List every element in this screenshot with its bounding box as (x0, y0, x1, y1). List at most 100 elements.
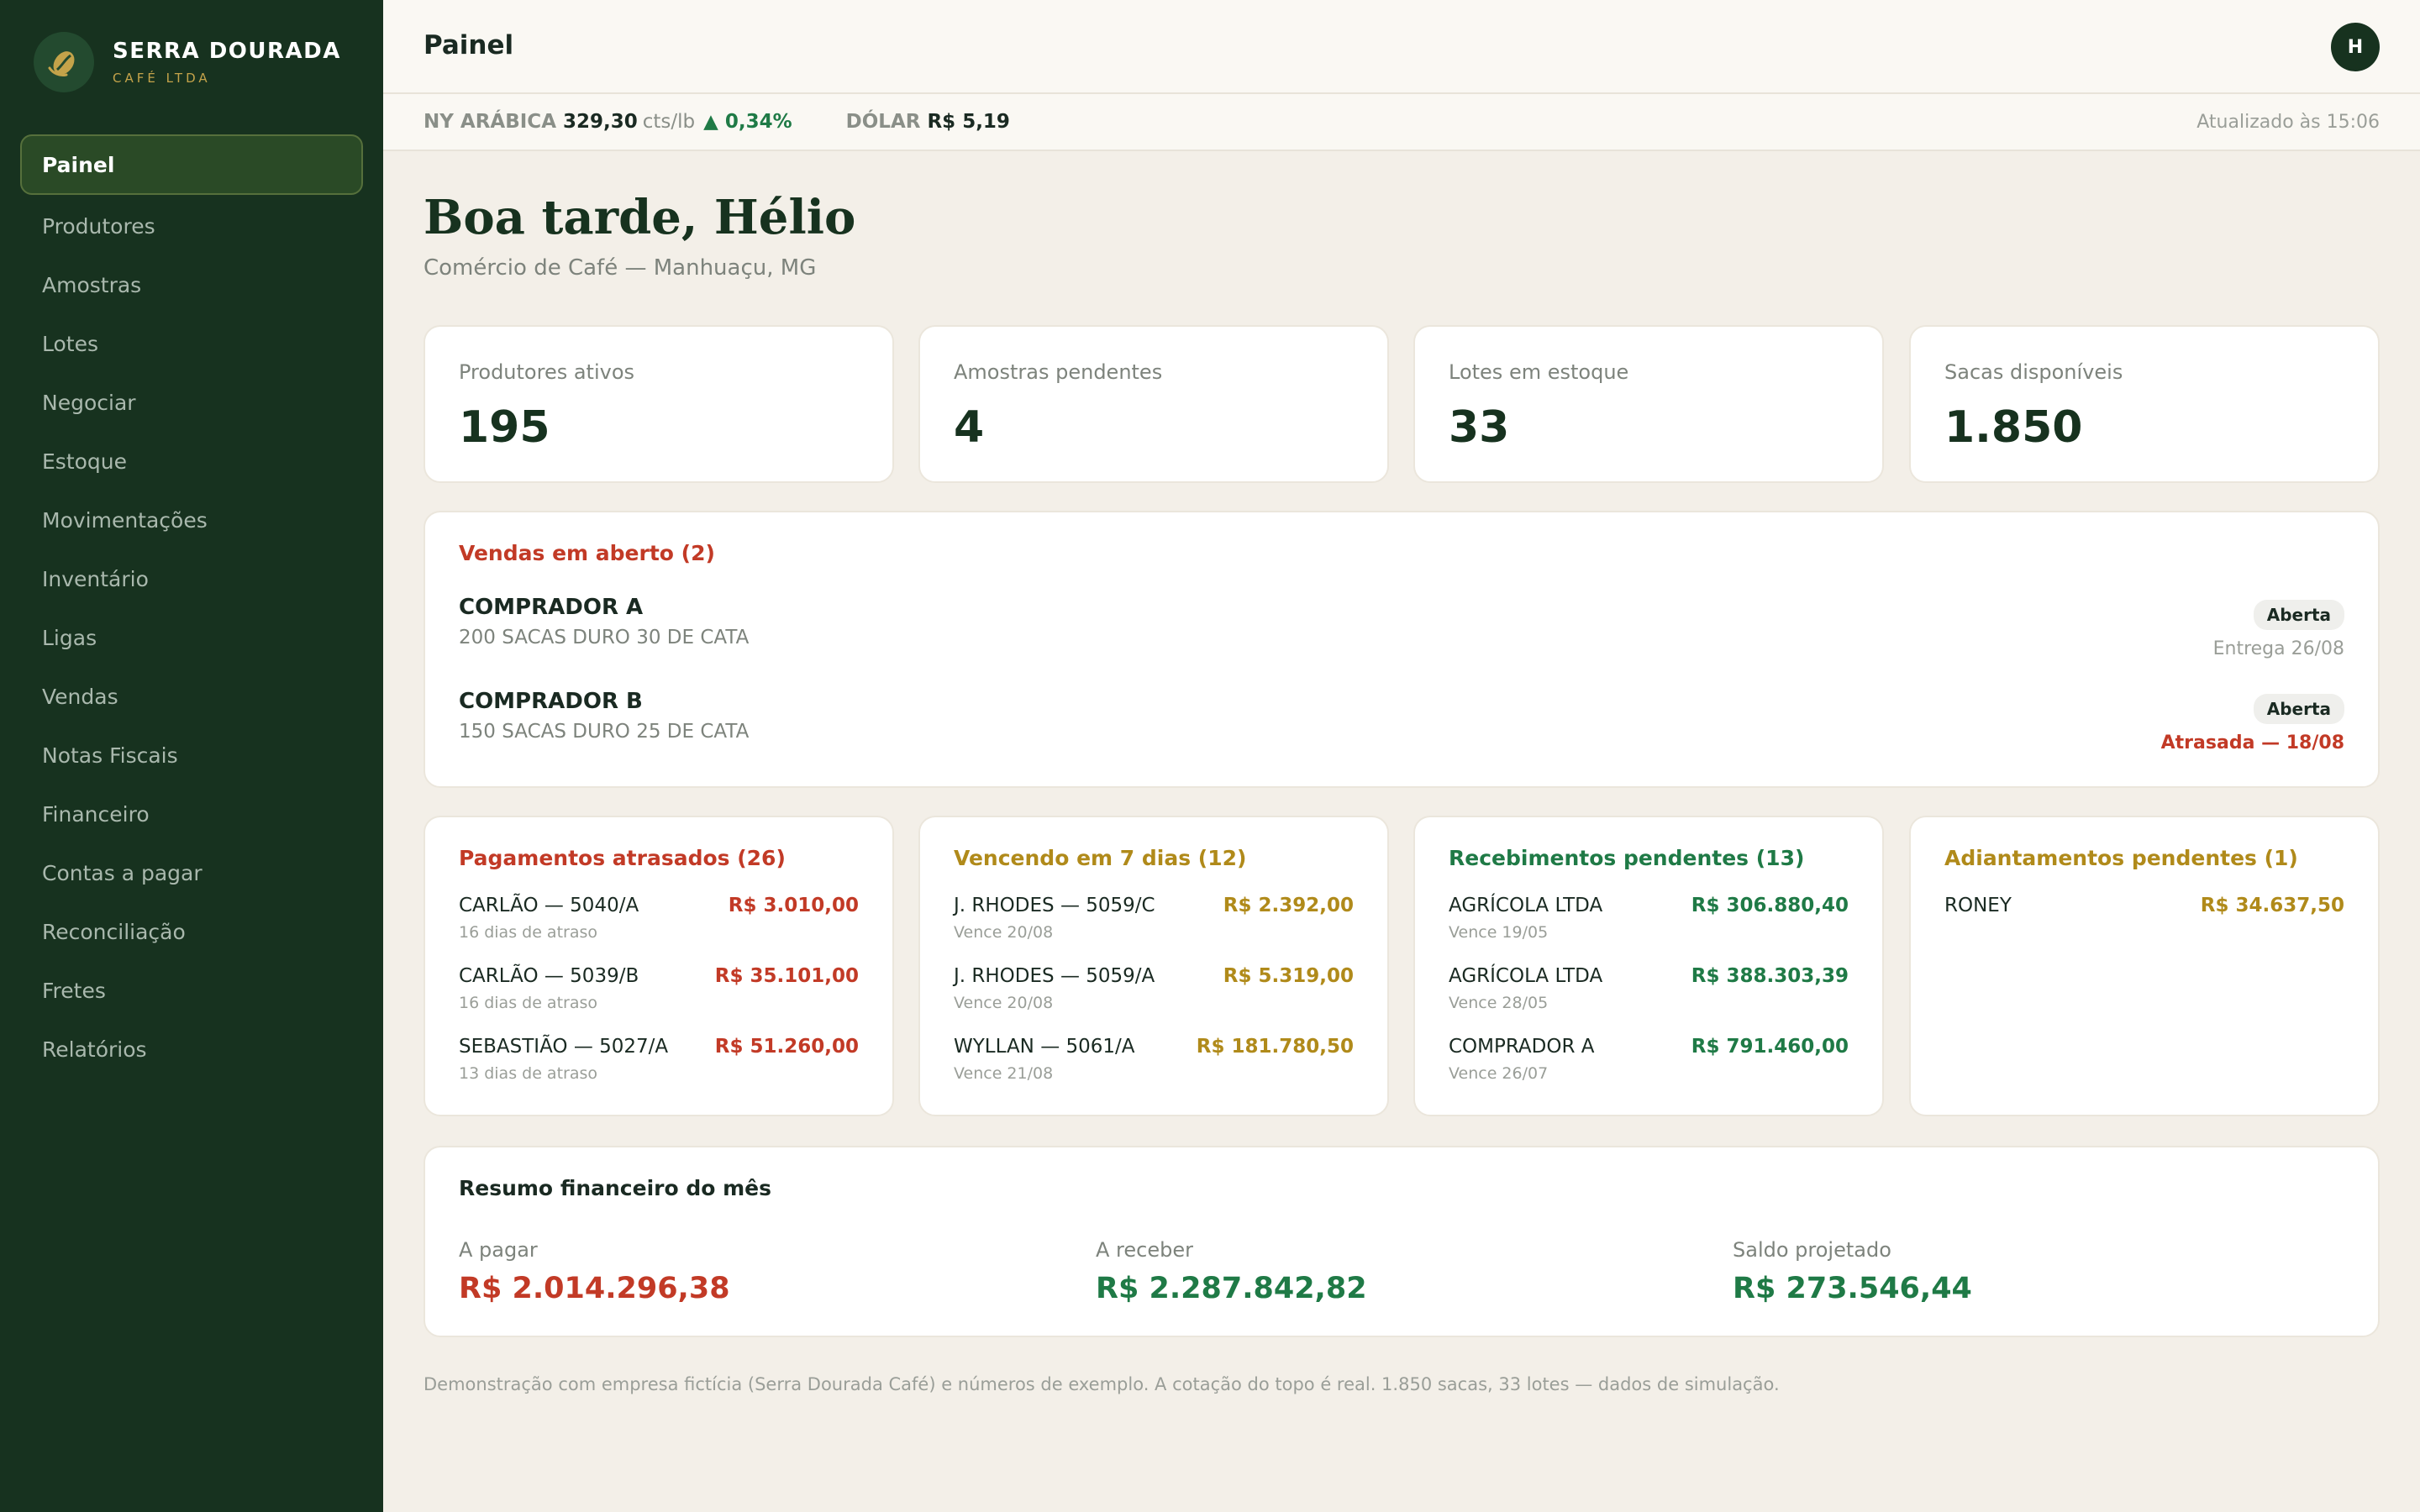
status-badge: Aberta (2253, 694, 2344, 724)
sidebar-item-reconciliacao[interactable]: Reconciliação (20, 902, 363, 961)
open-sales-title: Vendas em aberto (2) (459, 541, 715, 565)
sale-buyer: COMPRADOR B (459, 689, 643, 714)
stat-value: 195 (459, 402, 550, 453)
item-subtext: Vence 28/05 (1449, 994, 1549, 1012)
list-item[interactable]: RONEY R$ 34.637,50 (1944, 895, 2344, 953)
company-subtitle: Comércio de Café — Manhuaçu, MG (424, 255, 817, 281)
panel-title: Vencendo em 7 dias (12) (954, 846, 1247, 870)
item-name: SEBASTIÃO — 5027/A (459, 1036, 669, 1058)
sidebar-item-vendas[interactable]: Vendas (20, 667, 363, 726)
due-soon-card: Vencendo em 7 dias (12) J. RHODES — 5059/… (918, 816, 1389, 1116)
item-amount: R$ 388.303,39 (1691, 965, 1849, 987)
item-name: CARLÃO — 5040/A (459, 895, 639, 916)
item-subtext: 13 dias de atraso (459, 1064, 597, 1083)
sale-row[interactable]: COMPRADOR B 150 SACAS DURO 25 DE CATA Ab… (459, 689, 2344, 773)
sidebar-item-amostras[interactable]: Amostras (20, 255, 363, 314)
user-avatar[interactable]: H (2331, 23, 2380, 71)
sidebar: SERRA DOURADA CAFÉ LTDA Painel Produtores… (0, 0, 383, 1512)
sidebar-item-painel[interactable]: Painel (20, 134, 363, 195)
sidebar-item-estoque[interactable]: Estoque (20, 432, 363, 491)
sale-description: 200 SACAS DURO 30 DE CATA (459, 627, 750, 648)
market-ticker: NY ARÁBICA 329,30 cts/lb ▲ 0,34% DÓLAR R… (383, 94, 2420, 151)
item-subtext: 16 dias de atraso (459, 923, 597, 942)
sidebar-item-inventario[interactable]: Inventário (20, 549, 363, 608)
item-subtext: Vence 20/08 (954, 923, 1054, 942)
sidebar-item-notas-fiscais[interactable]: Notas Fiscais (20, 726, 363, 785)
arabica-unit: cts/lb (642, 111, 696, 133)
item-name: COMPRADOR A (1449, 1036, 1595, 1058)
sale-buyer: COMPRADOR A (459, 595, 644, 620)
summary-payable-label: A pagar (459, 1238, 538, 1262)
list-item[interactable]: COMPRADOR A Vence 26/07 R$ 791.460,00 (1449, 1036, 1849, 1095)
financial-summary-card: Resumo financeiro do mês A pagar R$ 2.01… (424, 1146, 2380, 1337)
item-amount: R$ 181.780,50 (1196, 1036, 1354, 1058)
stat-card-producers[interactable]: Produtores ativos 195 (424, 325, 894, 483)
dollar-value: R$ 5,19 (927, 111, 1010, 133)
sidebar-item-financeiro[interactable]: Financeiro (20, 785, 363, 843)
sale-date-late: Atrasada — 18/08 (2160, 732, 2344, 753)
sidebar-item-ligas[interactable]: Ligas (20, 608, 363, 667)
stat-label: Produtores ativos (459, 360, 635, 384)
list-item[interactable]: SEBASTIÃO — 5027/A 13 dias de atraso R$ 51… (459, 1036, 859, 1095)
open-sales-card: Vendas em aberto (2) COMPRADOR A 200 SAC… (424, 511, 2380, 788)
footer-note: Demonstração com empresa fictícia (Serra… (424, 1374, 1780, 1394)
sale-date: Entrega 26/08 (2212, 638, 2344, 659)
item-subtext: Vence 19/05 (1449, 923, 1549, 942)
sidebar-item-movimentacoes[interactable]: Movimentações (20, 491, 363, 549)
stat-card-samples[interactable]: Amostras pendentes 4 (918, 325, 1389, 483)
dollar-label: DÓLAR (845, 111, 921, 133)
brand[interactable]: SERRA DOURADA CAFÉ LTDA (34, 32, 341, 92)
list-item[interactable]: CARLÃO — 5039/B 16 dias de atraso R$ 35.10… (459, 965, 859, 1024)
summary-payable-value: R$ 2.014.296,38 (459, 1272, 730, 1305)
item-amount: R$ 5.319,00 (1223, 965, 1354, 987)
summary-receivable-value: R$ 2.287.842,82 (1096, 1272, 1367, 1305)
arabica-change: ▲ 0,34% (703, 111, 792, 133)
panel-title: Recebimentos pendentes (13) (1449, 846, 1805, 870)
panel-title: Pagamentos atrasados (26) (459, 846, 786, 870)
item-name: RONEY (1944, 895, 2012, 916)
item-amount: R$ 3.010,00 (728, 895, 859, 916)
stat-card-bags[interactable]: Sacas disponíveis 1.850 (1909, 325, 2380, 483)
stat-value: 33 (1449, 402, 1510, 453)
item-name: AGRÍCOLA LTDA (1449, 965, 1603, 987)
stat-label: Amostras pendentes (954, 360, 1163, 384)
item-amount: R$ 2.392,00 (1223, 895, 1354, 916)
sidebar-item-lotes[interactable]: Lotes (20, 314, 363, 373)
item-subtext: Vence 26/07 (1449, 1064, 1549, 1083)
summary-receivable-label: A receber (1096, 1238, 1193, 1262)
sidebar-item-fretes[interactable]: Fretes (20, 961, 363, 1020)
sidebar-item-negociar[interactable]: Negociar (20, 373, 363, 432)
list-item[interactable]: AGRÍCOLA LTDA Vence 19/05 R$ 306.880,40 (1449, 895, 1849, 953)
status-badge: Aberta (2253, 600, 2344, 630)
sidebar-item-contas-a-pagar[interactable]: Contas a pagar (20, 843, 363, 902)
item-amount: R$ 35.101,00 (714, 965, 859, 987)
item-amount: R$ 306.880,40 (1691, 895, 1849, 916)
list-item[interactable]: J. RHODES — 5059/C Vence 20/08 R$ 2.392,00 (954, 895, 1354, 953)
item-name: WYLLAN — 5061/A (954, 1036, 1135, 1058)
sidebar-nav: Painel Produtores Amostras Lotes Negociar Est… (20, 134, 363, 1079)
list-item[interactable]: WYLLAN — 5061/A Vence 21/08 R$ 181.780,50 (954, 1036, 1354, 1095)
arabica-value: 329,30 (563, 111, 638, 133)
sidebar-item-produtores[interactable]: Produtores (20, 197, 363, 255)
item-name: AGRÍCOLA LTDA (1449, 895, 1603, 916)
stat-label: Sacas disponíveis (1944, 360, 2123, 384)
overdue-payments-card: Pagamentos atrasados (26) CARLÃO — 5040/A… (424, 816, 894, 1116)
summary-balance-label: Saldo projetado (1733, 1238, 1891, 1262)
coffee-bean-logo-icon (34, 32, 94, 92)
item-name: J. RHODES — 5059/C (954, 895, 1155, 916)
sale-description: 150 SACAS DURO 25 DE CATA (459, 721, 750, 743)
item-amount: R$ 791.460,00 (1691, 1036, 1849, 1058)
item-subtext: 16 dias de atraso (459, 994, 597, 1012)
list-item[interactable]: AGRÍCOLA LTDA Vence 28/05 R$ 388.303,39 (1449, 965, 1849, 1024)
list-item[interactable]: J. RHODES — 5059/A Vence 20/08 R$ 5.319,00 (954, 965, 1354, 1024)
brand-subtitle: CAFÉ LTDA (113, 71, 211, 86)
panel-title: Adiantamentos pendentes (1) (1944, 846, 2298, 870)
item-subtext: Vence 21/08 (954, 1064, 1054, 1083)
sidebar-item-relatorios[interactable]: Relatórios (20, 1020, 363, 1079)
sale-row[interactable]: COMPRADOR A 200 SACAS DURO 30 DE CATA Ab… (459, 595, 2344, 679)
item-amount: R$ 34.637,50 (2200, 895, 2344, 916)
list-item[interactable]: CARLÃO — 5040/A 16 dias de atraso R$ 3.010… (459, 895, 859, 953)
greeting-title: Boa tarde, Hélio (424, 190, 856, 245)
brand-name: SERRA DOURADA (113, 39, 341, 64)
stat-card-lots[interactable]: Lotes em estoque 33 (1413, 325, 1884, 483)
